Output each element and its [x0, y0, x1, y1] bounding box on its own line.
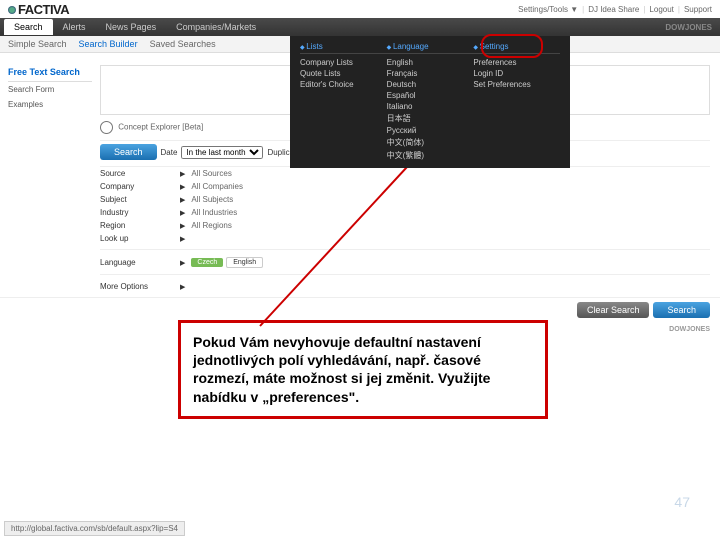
clear-search-button[interactable]: Clear Search	[577, 302, 650, 318]
brand-label: DOWJONES	[665, 23, 712, 32]
chevron-right-icon[interactable]: ▶	[180, 259, 185, 267]
filter-lookup-label: Look up	[100, 234, 180, 243]
sidebar: Free Text Search Search Form Examples	[0, 61, 100, 297]
preferences-callout	[481, 34, 543, 58]
dd-lang-fr[interactable]: Français	[387, 68, 474, 79]
chevron-right-icon[interactable]: ▶	[180, 183, 185, 191]
subnav-builder[interactable]: Search Builder	[79, 39, 138, 49]
top-links: Settings/Tools ▼| DJ Idea Share| Logout|…	[518, 5, 712, 14]
logout-link[interactable]: Logout	[649, 5, 673, 14]
dd-lang-de[interactable]: Deutsch	[387, 79, 474, 90]
header: FACTIVA Settings/Tools ▼| DJ Idea Share|…	[0, 0, 720, 18]
chevron-right-icon[interactable]: ▶	[180, 196, 185, 204]
filter-region-val: All Regions	[191, 221, 231, 230]
filter-industry-label: Industry	[100, 208, 180, 217]
chevron-right-icon[interactable]: ▶	[180, 235, 185, 243]
dd-lang-zh1[interactable]: 中文(简体)	[387, 136, 474, 149]
chevron-right-icon[interactable]: ▶	[180, 283, 185, 291]
annotation-note: Pokud Vám nevyhovuje defaultní nastavení…	[178, 320, 548, 419]
concept-explorer-label: Concept Explorer [Beta]	[118, 123, 203, 132]
sidebar-form[interactable]: Search Form	[8, 82, 92, 97]
filter-company-label: Company	[100, 182, 180, 191]
idea-share-link[interactable]: DJ Idea Share	[588, 5, 639, 14]
filter-industry-val: All Industries	[191, 208, 237, 217]
dd-setprefs[interactable]: Set Preferences	[473, 79, 560, 90]
dd-language-head: Language	[387, 42, 474, 54]
dd-loginid[interactable]: Login ID	[473, 68, 560, 79]
tab-newspages[interactable]: News Pages	[96, 19, 167, 35]
dd-editors-choice[interactable]: Editor's Choice	[300, 79, 387, 90]
dd-lang-en[interactable]: English	[387, 57, 474, 68]
dd-company-lists[interactable]: Company Lists	[300, 57, 387, 68]
dd-lang-es[interactable]: Español	[387, 90, 474, 101]
sidebar-examples[interactable]: Examples	[8, 97, 92, 112]
support-link[interactable]: Support	[684, 5, 712, 14]
chevron-right-icon[interactable]: ▶	[180, 170, 185, 178]
status-bar: http://global.factiva.com/sb/default.asp…	[4, 521, 185, 536]
lang-tag-english[interactable]: English	[226, 257, 263, 268]
dd-lists-head: Lists	[300, 42, 387, 54]
dd-lang-it[interactable]: Italiano	[387, 101, 474, 112]
concept-explorer-radio[interactable]	[100, 121, 113, 134]
search-button-bottom[interactable]: Search	[653, 302, 710, 318]
page-number: 47	[674, 494, 690, 510]
lang-tag-czech[interactable]: Czech	[191, 258, 223, 267]
search-button-top[interactable]: Search	[100, 144, 157, 160]
filter-language-label: Language	[100, 258, 180, 267]
navbar: Search Alerts News Pages Companies/Marke…	[0, 18, 720, 36]
footer-brand: DOWJONES	[669, 326, 710, 333]
filter-source-label: Source	[100, 169, 180, 178]
subnav-simple[interactable]: Simple Search	[8, 39, 67, 49]
bottom-buttons: Clear Search Search	[0, 297, 720, 322]
more-options-label: More Options	[100, 282, 180, 291]
settings-tools-link[interactable]: Settings/Tools ▼	[518, 5, 578, 14]
tab-companies[interactable]: Companies/Markets	[166, 19, 266, 35]
dd-lang-ru[interactable]: Русский	[387, 125, 474, 136]
dd-lang-zh2[interactable]: 中文(繁體)	[387, 149, 474, 162]
chevron-right-icon[interactable]: ▶	[180, 222, 185, 230]
tab-alerts[interactable]: Alerts	[53, 19, 96, 35]
filter-company-val: All Companies	[191, 182, 243, 191]
chevron-right-icon[interactable]: ▶	[180, 209, 185, 217]
logo: FACTIVA	[8, 2, 69, 17]
dd-quote-lists[interactable]: Quote Lists	[300, 68, 387, 79]
filter-source-val: All Sources	[191, 169, 231, 178]
sidebar-title: Free Text Search	[8, 67, 92, 82]
subnav-saved[interactable]: Saved Searches	[150, 39, 216, 49]
filter-region-label: Region	[100, 221, 180, 230]
tab-search[interactable]: Search	[4, 19, 53, 35]
date-select[interactable]: In the last month	[181, 146, 263, 159]
filter-subject-label: Subject	[100, 195, 180, 204]
dd-lang-jp[interactable]: 日本語	[387, 112, 474, 125]
date-label: Date	[161, 148, 178, 157]
filter-subject-val: All Subjects	[191, 195, 233, 204]
filters: Source▶All Sources Company▶All Companies…	[100, 166, 710, 293]
dd-preferences[interactable]: Preferences	[473, 57, 560, 68]
